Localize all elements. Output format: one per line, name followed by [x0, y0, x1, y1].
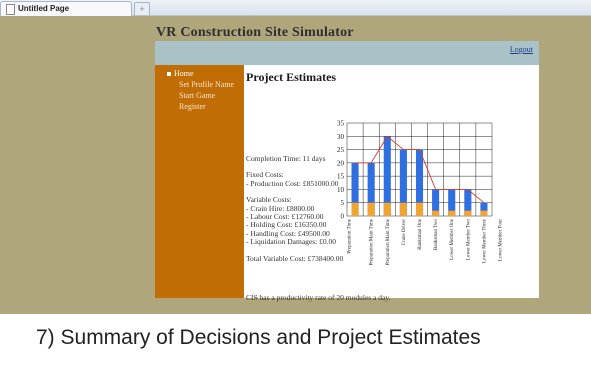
- x-tick-label: Lower Member One: [450, 218, 455, 260]
- page-icon: [6, 4, 15, 15]
- x-tick-label: Preparation Main Time: [370, 218, 375, 265]
- bar: [464, 210, 472, 216]
- y-tick-label: 0: [341, 213, 345, 221]
- top-strip: Logout: [155, 41, 539, 65]
- bullet-icon: [167, 71, 171, 76]
- production-cost: - Production Cost: £851000.00: [246, 178, 339, 188]
- bar: [351, 202, 359, 216]
- x-tick-label: Crane Driver: [402, 219, 407, 246]
- bar: [448, 210, 456, 216]
- nav-item-set-profile-name[interactable]: Set Profile Name: [167, 79, 234, 90]
- bar: [399, 202, 407, 216]
- cost-chart: 0 5 10 15 20 25 30 35 Preparation Time Preparatio…: [337, 120, 504, 266]
- nav-item-register[interactable]: Register: [167, 101, 234, 112]
- figure-caption: 7) Summary of Decisions and Project Esti…: [36, 326, 481, 349]
- nav-item-start-game[interactable]: Start Game: [167, 90, 234, 101]
- total-variable-cost: Total Variable Cost: £738400.00: [246, 253, 344, 263]
- site-title: VR Construction Site Simulator: [156, 25, 354, 40]
- bar: [383, 202, 391, 216]
- x-tick-label: Banksman Two: [434, 219, 439, 251]
- logout-link[interactable]: Logout: [510, 45, 533, 54]
- x-tick-label: Lower Member Two: [466, 219, 471, 261]
- y-tick-label: 25: [337, 146, 345, 154]
- bar: [432, 210, 440, 216]
- browser-tab-title: Untitled Page: [18, 4, 70, 13]
- nav-home-label: Home: [174, 69, 194, 78]
- x-tick-label: Preparation Time: [348, 218, 353, 253]
- bar: [367, 202, 375, 216]
- x-tick-label: Preparation Main Time: [386, 218, 391, 265]
- browser-tab[interactable]: Untitled Page: [0, 1, 132, 16]
- browser-tab-bar: Untitled Page +: [0, 0, 591, 16]
- estimates-panel: Completion Time: 11 days Fixed Costs: - …: [246, 154, 344, 263]
- main-content: Project Estimates Completion Time: 11 da…: [244, 65, 539, 302]
- y-tick-label: 20: [337, 159, 345, 167]
- y-tick-label: 15: [337, 173, 345, 181]
- y-tick-label: 10: [337, 186, 345, 194]
- y-tick-label: 30: [337, 133, 345, 141]
- sidebar: Home Set Profile Name Start Game Registe…: [155, 65, 244, 298]
- x-tick-label: Banksman One: [418, 218, 423, 249]
- page-heading: Project Estimates: [246, 70, 337, 84]
- productivity-note: CIS has a productivity rate of 20 module…: [246, 293, 391, 302]
- x-tick-label: Lower Member Four: [499, 219, 504, 261]
- bar: [480, 210, 488, 216]
- variable-cost-item: - Liquidation Damages: £0.00: [246, 237, 336, 247]
- bar: [415, 202, 424, 216]
- y-tick-label: 35: [337, 120, 345, 128]
- nav-item-home[interactable]: Home: [167, 68, 234, 79]
- y-tick-label: 5: [341, 199, 345, 207]
- completion-time: Completion Time: 11 days: [246, 154, 326, 163]
- new-tab-button[interactable]: +: [134, 2, 150, 15]
- x-tick-label: Lower Member Three: [482, 218, 487, 263]
- sidebar-nav: Home Set Profile Name Start Game Registe…: [167, 68, 234, 112]
